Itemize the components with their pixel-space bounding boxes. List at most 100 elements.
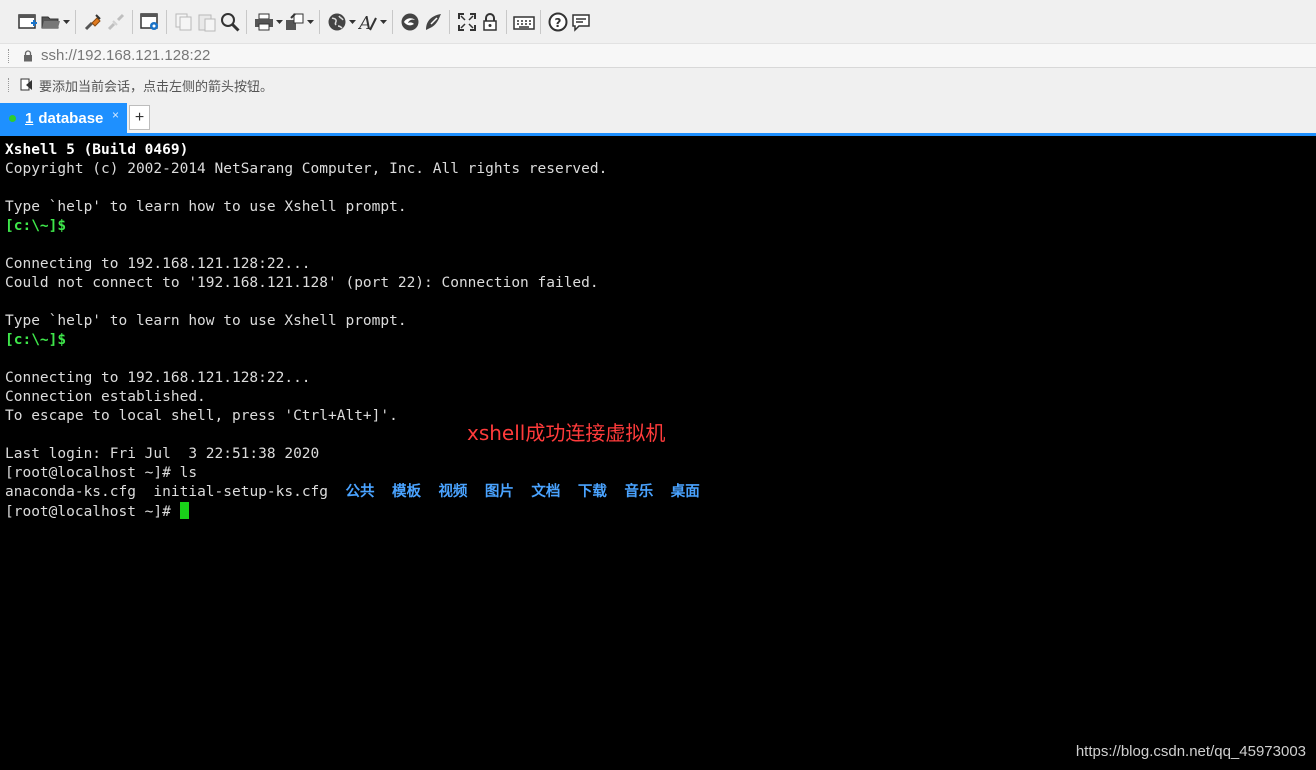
font-icon: A — [357, 11, 379, 33]
help-button[interactable]: ? — [547, 7, 569, 37]
terminal-help-line: Type `help' to learn how to use Xshell p… — [5, 313, 407, 329]
terminal-escape-hint: To escape to local shell, press 'Ctrl+Al… — [5, 408, 398, 424]
terminal-ls-command: [root@localhost ~]# ls — [5, 465, 198, 481]
toolbar-divider — [132, 9, 133, 34]
xftp-icon — [399, 11, 421, 33]
connection-status-icon — [9, 114, 16, 122]
add-tab-button[interactable]: + — [129, 105, 150, 130]
lock-icon — [479, 11, 501, 33]
chevron-down-icon[interactable] — [62, 11, 70, 33]
disconnect-icon — [105, 11, 127, 33]
toolbar-grip[interactable] — [8, 48, 13, 63]
file-entry: anaconda-ks.cfg — [5, 484, 136, 500]
encoding-button[interactable] — [326, 7, 356, 37]
terminal-ls-output: anaconda-ks.cfg initial-setup-ks.cfg 公共 … — [5, 483, 700, 502]
open-button[interactable] — [40, 7, 70, 37]
keyboard-icon — [513, 11, 535, 33]
session-tab-bar: 1 database × + — [0, 102, 1316, 136]
terminal-banner-title: Xshell 5 (Build 0469) — [5, 142, 189, 158]
tab-database[interactable]: 1 database × — [0, 103, 127, 133]
copy-button[interactable] — [173, 7, 195, 37]
transfer-icon — [284, 11, 306, 33]
open-folder-icon — [40, 11, 62, 33]
toolbar-divider — [392, 9, 393, 34]
add-session-arrow-icon[interactable] — [19, 77, 35, 93]
lock-icon — [21, 49, 35, 63]
dir-entry: 模板 — [391, 484, 421, 500]
print-button[interactable] — [253, 7, 283, 37]
terminal-last-login: Last login: Fri Jul 3 22:51:38 2020 — [5, 446, 320, 462]
watermark: https://blog.csdn.net/qq_45973003 — [1075, 743, 1306, 760]
dir-entry: 公共 — [345, 484, 375, 500]
terminal-error-line: Could not connect to '192.168.121.128' (… — [5, 275, 599, 291]
chat-button[interactable] — [570, 7, 592, 37]
terminal-established-line: Connection established. — [5, 389, 206, 405]
chat-icon — [570, 11, 592, 33]
session-properties-icon — [139, 11, 161, 33]
terminal-local-prompt: [c:\~]$ — [5, 332, 67, 348]
svg-text:?: ? — [555, 16, 562, 30]
fullscreen-button[interactable] — [456, 7, 478, 37]
chevron-down-icon[interactable] — [306, 11, 314, 33]
dir-entry: 图片 — [484, 484, 514, 500]
dir-entry: 下载 — [577, 484, 607, 500]
terminal[interactable]: Xshell 5 (Build 0469) Copyright (c) 2002… — [0, 136, 1316, 770]
paste-button[interactable] — [196, 7, 218, 37]
dir-entry: 视频 — [438, 484, 468, 500]
transfer-button[interactable] — [284, 7, 314, 37]
reconnect-button[interactable] — [82, 7, 104, 37]
terminal-help-line: Type `help' to learn how to use Xshell p… — [5, 199, 407, 215]
tab-label: 1 database — [25, 110, 103, 127]
toolbar-divider — [246, 9, 247, 34]
session-properties-button[interactable] — [139, 7, 161, 37]
chevron-down-icon[interactable] — [348, 11, 356, 33]
address-input[interactable]: ssh://192.168.121.128:22 — [41, 47, 210, 64]
address-bar: ssh://192.168.121.128:22 — [0, 43, 1316, 68]
close-tab-button[interactable]: × — [112, 108, 119, 122]
toolbar-grip[interactable] — [8, 78, 13, 92]
terminal-connecting-line: Connecting to 192.168.121.128:22... — [5, 256, 311, 272]
toolbar-divider — [449, 9, 450, 34]
file-entry: initial-setup-ks.cfg — [153, 484, 329, 500]
tab-number: 1 — [25, 109, 34, 127]
toolbar-divider — [506, 9, 507, 34]
chevron-down-icon[interactable] — [275, 11, 283, 33]
session-hint-text: 要添加当前会话，点击左侧的箭头按钮。 — [39, 79, 274, 95]
copy-icon — [173, 11, 195, 33]
toolbar-divider — [540, 9, 541, 34]
font-button[interactable]: A — [357, 7, 387, 37]
shell-prompt: [root@localhost ~]# — [5, 504, 180, 520]
toolbar-divider — [166, 9, 167, 34]
tab-title: database — [38, 109, 104, 127]
main-toolbar: A ? — [0, 0, 1316, 43]
terminal-local-prompt: [c:\~]$ — [5, 218, 67, 234]
new-session-button[interactable] — [17, 7, 39, 37]
terminal-connecting-line: Connecting to 192.168.121.128:22... — [5, 370, 311, 386]
find-button[interactable] — [219, 7, 241, 37]
lock-button[interactable] — [479, 7, 501, 37]
disconnect-button[interactable] — [105, 7, 127, 37]
terminal-cursor — [179, 502, 189, 519]
fullscreen-icon — [456, 11, 478, 33]
chevron-down-icon[interactable] — [379, 11, 387, 33]
xftp-button[interactable] — [399, 7, 421, 37]
dir-entry: 音乐 — [624, 484, 654, 500]
reconnect-icon — [82, 11, 104, 33]
print-icon — [253, 11, 275, 33]
paste-icon — [196, 11, 218, 33]
globe-icon — [326, 11, 348, 33]
keyboard-button[interactable] — [513, 7, 535, 37]
annotation-text: xshell成功连接虚拟机 — [467, 421, 666, 445]
toolbar-divider — [319, 9, 320, 34]
terminal-copyright: Copyright (c) 2002-2014 NetSarang Comput… — [5, 161, 608, 177]
script-icon — [422, 11, 444, 33]
toolbar-divider — [75, 9, 76, 34]
new-session-icon — [17, 11, 39, 33]
terminal-current-prompt: [root@localhost ~]# — [5, 502, 189, 521]
session-hint-bar: 要添加当前会话，点击左侧的箭头按钮。 — [0, 68, 1316, 102]
script-button[interactable] — [422, 7, 444, 37]
dir-entry: 桌面 — [670, 484, 700, 500]
help-icon: ? — [547, 11, 569, 33]
dir-entry: 文档 — [531, 484, 561, 500]
find-icon — [219, 11, 241, 33]
